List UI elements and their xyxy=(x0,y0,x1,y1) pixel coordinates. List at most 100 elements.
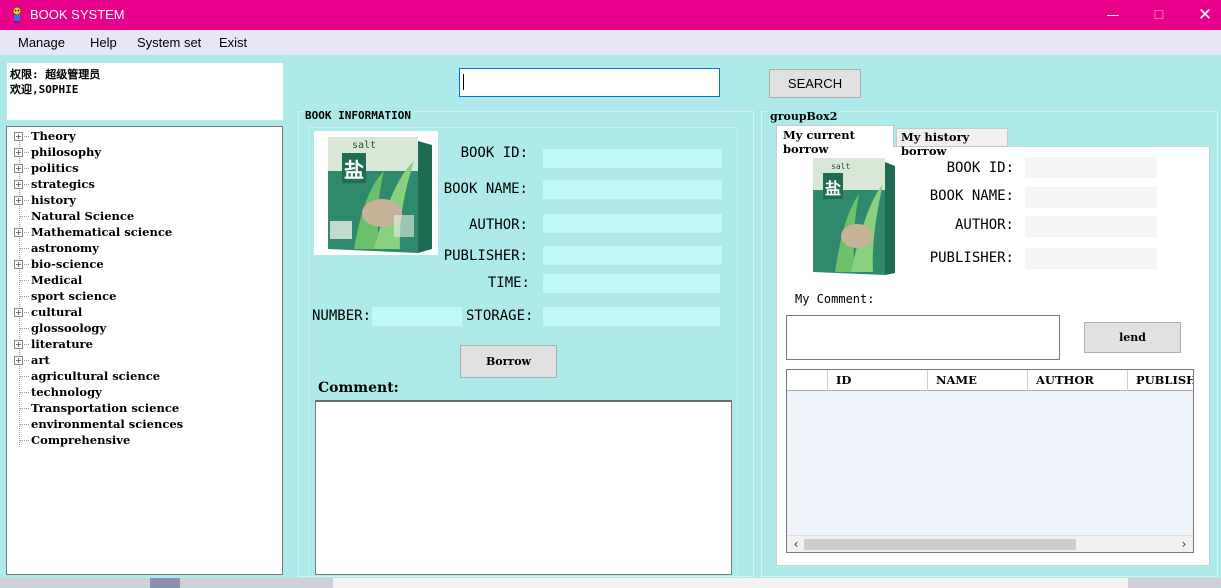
tab-my-current-borrow[interactable]: My current borrow xyxy=(776,125,894,156)
grid-row-header-cell xyxy=(787,370,827,391)
tree-connector xyxy=(19,328,29,329)
current-book-name-label: BOOK NAME: xyxy=(929,188,1014,204)
tree-item[interactable]: sport science xyxy=(7,288,281,304)
my-comment-textarea[interactable] xyxy=(786,315,1060,360)
tree-connector xyxy=(19,248,29,249)
expand-icon[interactable]: + xyxy=(14,148,23,157)
book-name-label: BOOK NAME: xyxy=(443,181,528,197)
tree-item[interactable]: + cultural xyxy=(7,304,281,320)
expand-icon[interactable]: + xyxy=(14,308,23,317)
tree-connector xyxy=(19,424,29,425)
maximize-icon[interactable]: ☐ xyxy=(1136,0,1182,30)
comment-textarea[interactable] xyxy=(315,400,732,575)
expand-icon[interactable]: + xyxy=(14,340,23,349)
tree-item[interactable]: technology xyxy=(7,384,281,400)
tree-item-label: Comprehensive xyxy=(31,433,131,447)
tree-item[interactable]: Comprehensive xyxy=(7,432,281,448)
expand-icon[interactable]: + xyxy=(14,132,23,141)
horizontal-scrollbar[interactable]: ‹ › xyxy=(787,535,1193,552)
tree-connector xyxy=(19,296,29,297)
borrow-button[interactable]: Borrow xyxy=(460,345,557,378)
menu-manage[interactable]: Manage xyxy=(18,35,65,50)
user-info-panel: 权限: 超级管理员 欢迎,SOPHIE xyxy=(7,63,283,120)
current-book-id-label: BOOK ID: xyxy=(946,160,1014,176)
tree-item[interactable]: astronomy xyxy=(7,240,281,256)
borrow-data-grid[interactable]: ID NAME AUTHOR PUBLISHER ‹ › xyxy=(786,369,1194,553)
storage-field xyxy=(543,307,720,326)
tree-item-label: Medical xyxy=(31,273,83,287)
tab-my-history-borrow[interactable]: My history borrow xyxy=(896,128,1008,158)
column-header-id[interactable]: ID xyxy=(827,370,927,391)
time-field xyxy=(543,274,720,293)
expand-icon[interactable]: + xyxy=(14,164,23,173)
tree-item[interactable]: + bio-science xyxy=(7,256,281,272)
search-button[interactable]: SEARCH xyxy=(769,69,861,98)
tree-item-label: sport science xyxy=(31,289,117,303)
cover-chinese-title: 盐 xyxy=(825,179,841,198)
tree-item[interactable]: agricultural science xyxy=(7,368,281,384)
book-information-title: BOOK INFORMATION xyxy=(304,109,414,122)
scroll-right-icon[interactable]: › xyxy=(1177,537,1191,551)
tree-item[interactable]: Transportation science xyxy=(7,400,281,416)
cover-english-title: salt xyxy=(352,140,376,151)
tree-item-label: environmental sciences xyxy=(31,417,184,431)
current-book-id-field xyxy=(1025,157,1157,178)
tree-item[interactable]: + Theory xyxy=(7,128,281,144)
current-author-label: AUTHOR: xyxy=(954,217,1014,233)
tree-item[interactable]: + strategics xyxy=(7,176,281,192)
menu-exist[interactable]: Exist xyxy=(219,35,247,50)
menu-system-set[interactable]: System set xyxy=(137,35,201,50)
minimize-icon[interactable]: — xyxy=(1090,0,1136,30)
tree-item[interactable]: + literature xyxy=(7,336,281,352)
search-input[interactable] xyxy=(459,68,720,97)
expand-icon[interactable]: + xyxy=(14,228,23,237)
book-name-field xyxy=(543,180,722,199)
tree-item[interactable]: environmental sciences xyxy=(7,416,281,432)
close-icon[interactable]: ✕ xyxy=(1182,0,1221,30)
tree-connector xyxy=(19,376,29,377)
menu-bar: Manage Help System set Exist xyxy=(0,30,1221,55)
column-header-publisher[interactable]: PUBLISHER xyxy=(1127,370,1193,391)
welcome-label: 欢迎,SOPHIE xyxy=(10,83,79,96)
book-id-field xyxy=(543,149,722,168)
taskbar-segment xyxy=(150,578,180,588)
tree-connector xyxy=(19,392,29,393)
column-header-author[interactable]: AUTHOR xyxy=(1027,370,1127,391)
user-role-label: 权限: 超级管理员 xyxy=(10,68,101,81)
taskbar-segment xyxy=(333,578,1128,588)
number-field xyxy=(372,307,462,326)
expand-icon[interactable]: + xyxy=(14,196,23,205)
tree-item-label: agricultural science xyxy=(31,369,161,383)
groupbox2-title: groupBox2 xyxy=(769,110,841,123)
cover-english-title: salt xyxy=(831,162,850,171)
cover-chinese-title: 盐 xyxy=(344,158,364,182)
current-publisher-label: PUBLISHER: xyxy=(929,250,1014,266)
text-caret xyxy=(463,74,464,90)
expand-icon[interactable]: + xyxy=(14,260,23,269)
tree-item[interactable]: + Mathematical science xyxy=(7,224,281,240)
tree-item[interactable]: + art xyxy=(7,352,281,368)
tree-item[interactable]: Medical xyxy=(7,272,281,288)
tree-item-label: technology xyxy=(31,385,102,399)
tree-item-label: strategics xyxy=(31,177,95,191)
tree-item[interactable]: + philosophy xyxy=(7,144,281,160)
tree-item-label: Transportation science xyxy=(31,401,180,415)
tree-item[interactable]: Natural Science xyxy=(7,208,281,224)
scrollbar-thumb[interactable] xyxy=(804,539,1076,550)
book-cover-image: salt 盐 xyxy=(314,131,438,255)
tree-item-label: literature xyxy=(31,337,93,351)
lend-button[interactable]: lend xyxy=(1084,322,1181,353)
tree-item[interactable]: + politics xyxy=(7,160,281,176)
column-header-name[interactable]: NAME xyxy=(927,370,1027,391)
tree-item[interactable]: + history xyxy=(7,192,281,208)
scroll-left-icon[interactable]: ‹ xyxy=(789,537,803,551)
tree-item-label: art xyxy=(31,353,50,367)
author-label: AUTHOR: xyxy=(468,217,528,233)
tree-item-label: Mathematical science xyxy=(31,225,173,239)
category-tree[interactable]: + Theory + philosophy + politics + strategics + h… xyxy=(6,126,283,575)
menu-help[interactable]: Help xyxy=(90,35,117,50)
publisher-label: PUBLISHER: xyxy=(443,248,528,264)
expand-icon[interactable]: + xyxy=(14,356,23,365)
tree-item[interactable]: glossoology xyxy=(7,320,281,336)
expand-icon[interactable]: + xyxy=(14,180,23,189)
